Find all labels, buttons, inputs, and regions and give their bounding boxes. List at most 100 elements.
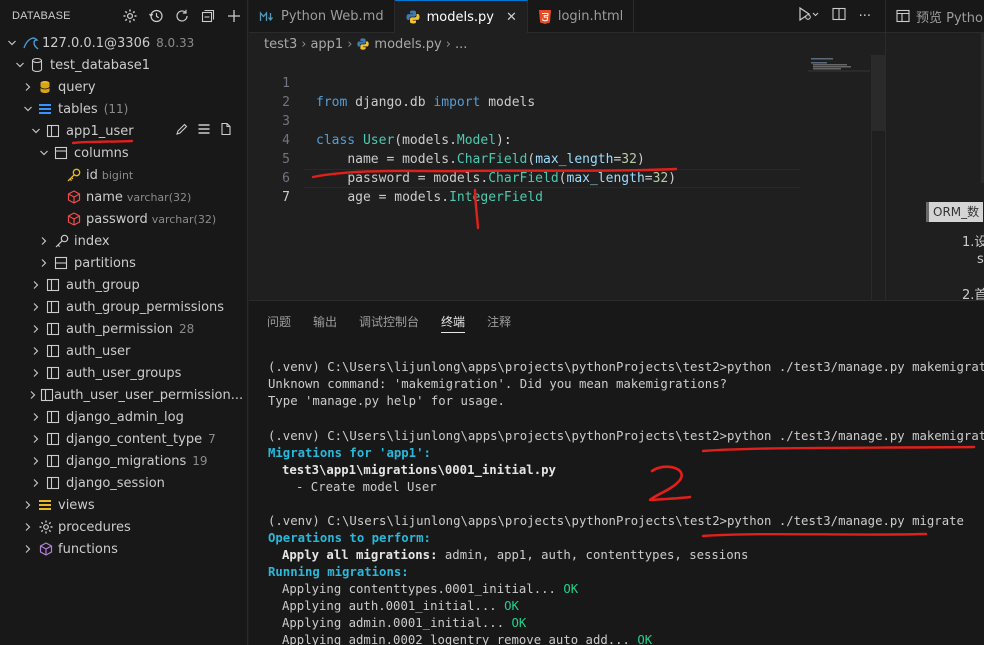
terminal-prompt: (.venv) C:\Users\lijunlong\apps\projects… (268, 360, 728, 374)
tree-query[interactable]: query (0, 76, 247, 98)
table-count: 19 (192, 454, 208, 468)
tree-table-app1-user[interactable]: app1_user (0, 120, 247, 142)
breadcrumb-item[interactable]: app1 (310, 37, 343, 52)
terminal-line: test3\app1\migrations\0001_initial.py (282, 463, 556, 477)
table-label: django_migrations (66, 453, 187, 469)
list-icon[interactable] (197, 122, 211, 140)
bottom-panel: 问题 输出 调试控制台 终端 注释 (.venv) C:\Users\lijun… (249, 300, 984, 645)
tree-tables[interactable]: tables (11) (0, 98, 247, 120)
tree-procedures[interactable]: procedures (0, 516, 247, 538)
preview-tab-label: 预览 Python (916, 10, 984, 26)
markdown-icon (259, 10, 275, 23)
terminal-command: python ./test3/manage.py makemigrations (727, 429, 984, 443)
tab-login-html[interactable]: login.html (528, 0, 635, 33)
table-icon (46, 476, 66, 490)
chevron-right-icon (20, 522, 36, 532)
breadcrumb-item[interactable]: models.py (374, 37, 441, 52)
tree-table[interactable]: auth_user_user_permission... (0, 384, 247, 406)
code-line: 7 (249, 169, 809, 205)
edit-pencil-icon[interactable] (175, 122, 189, 140)
table-icon (46, 454, 66, 468)
tree-table[interactable]: auth_user (0, 340, 247, 362)
index-label: index (74, 233, 110, 249)
code-line: 2 (249, 74, 809, 110)
partitions-label: partitions (74, 255, 136, 271)
close-icon[interactable]: ✕ (506, 10, 517, 25)
preview-list-item: 1.设 (962, 235, 984, 250)
editor-scrollbar[interactable] (871, 55, 886, 300)
query-label: query (58, 79, 96, 95)
code-line: 6 age = models.IntegerField (249, 150, 809, 205)
tab-debug-console[interactable]: 调试控制台 (359, 301, 419, 341)
collapse-all-icon[interactable] (195, 8, 221, 24)
tree-functions[interactable]: functions (0, 538, 247, 560)
terminal-line: (.venv) C:\Users\lijunlong\apps\projects… (268, 513, 964, 530)
preview-tab[interactable]: 预览 Python (886, 0, 984, 33)
table-label: app1_user (66, 123, 134, 139)
partitions-icon (54, 256, 74, 270)
chevron-right-icon: › (347, 36, 353, 52)
tree-column-id[interactable]: id bigint (0, 164, 247, 186)
tab-models-py[interactable]: models.py ✕ (394, 0, 528, 33)
terminal-line: Applying auth.0001_initial... OK (282, 598, 519, 615)
tab-python-web-md[interactable]: Python Web.md (249, 0, 395, 33)
more-actions-icon[interactable]: ··· (859, 9, 871, 24)
python-icon (356, 37, 370, 51)
python-icon (405, 9, 421, 25)
panel-tabs: 问题 输出 调试控制台 终端 注释 (249, 301, 984, 341)
connection-label: 127.0.0.1@3306 (42, 35, 151, 51)
preview-icon (896, 9, 910, 23)
code-editor[interactable]: 1 from django.db import models 2 3 class… (249, 55, 885, 300)
tree-table[interactable]: auth_group (0, 274, 247, 296)
tab-terminal[interactable]: 终端 (441, 301, 466, 341)
sidebar-title: DATABASE (12, 10, 71, 22)
chevron-right-icon (28, 280, 44, 290)
tables-count: (11) (103, 102, 129, 116)
tab-comments[interactable]: 注释 (487, 301, 511, 341)
new-file-icon[interactable] (219, 122, 233, 140)
minimap[interactable] (808, 55, 870, 300)
table-icon (46, 366, 66, 380)
settings-gear-icon[interactable] (117, 8, 143, 24)
tree-table[interactable]: auth_permission 28 (0, 318, 247, 340)
tree-table[interactable]: django_admin_log (0, 406, 247, 428)
history-icon[interactable] (143, 8, 169, 24)
tree-database[interactable]: test_database1 (0, 54, 247, 76)
tree-column-name[interactable]: name varchar(32) (0, 186, 247, 208)
table-icon (46, 432, 66, 446)
ok-status: OK (504, 599, 519, 613)
tree-connection[interactable]: 127.0.0.1@3306 8.0.33 (0, 32, 247, 54)
breadcrumb-item[interactable]: test3 (264, 37, 297, 52)
token: age (347, 190, 371, 205)
split-editor-icon[interactable] (831, 6, 847, 26)
table-icon (46, 322, 66, 336)
tree-table[interactable]: django_content_type 7 (0, 428, 247, 450)
chevron-right-icon (28, 346, 44, 356)
tree-column-password[interactable]: password varchar(32) (0, 208, 247, 230)
table-icon (46, 344, 66, 358)
refresh-icon[interactable] (169, 8, 195, 24)
tree-table[interactable]: django_session (0, 472, 247, 494)
tree-table[interactable]: auth_user_groups (0, 362, 247, 384)
tree-table[interactable]: django_migrations 19 (0, 450, 247, 472)
tree-columns[interactable]: columns (0, 142, 247, 164)
tree-table[interactable]: auth_group_permissions (0, 296, 247, 318)
editor-actions: ··· (797, 0, 885, 32)
tab-problems[interactable]: 问题 (267, 301, 291, 341)
tree-partitions[interactable]: partitions (0, 252, 247, 274)
scrollbar-thumb[interactable] (872, 55, 886, 131)
table-label: auth_permission (66, 321, 174, 337)
breadcrumb-item[interactable]: ... (455, 37, 467, 52)
tree-views[interactable]: views (0, 494, 247, 516)
tab-output[interactable]: 输出 (313, 301, 337, 341)
terminal-prompt: (.venv) C:\Users\lijunlong\apps\projects… (268, 429, 728, 443)
functions-label: functions (58, 541, 118, 557)
code-line: 3 class User(models.Model): (249, 93, 809, 148)
terminal-command: python ./test3/manage.py migrate (727, 514, 964, 528)
code-text: age = models.IntegerField (316, 188, 543, 207)
ok-status: OK (637, 633, 653, 645)
run-debug-icon[interactable] (797, 6, 819, 26)
add-connection-icon[interactable] (221, 8, 247, 24)
terminal-text: Applying admin.0001_initial... (282, 616, 505, 630)
tree-index[interactable]: index (0, 230, 247, 252)
